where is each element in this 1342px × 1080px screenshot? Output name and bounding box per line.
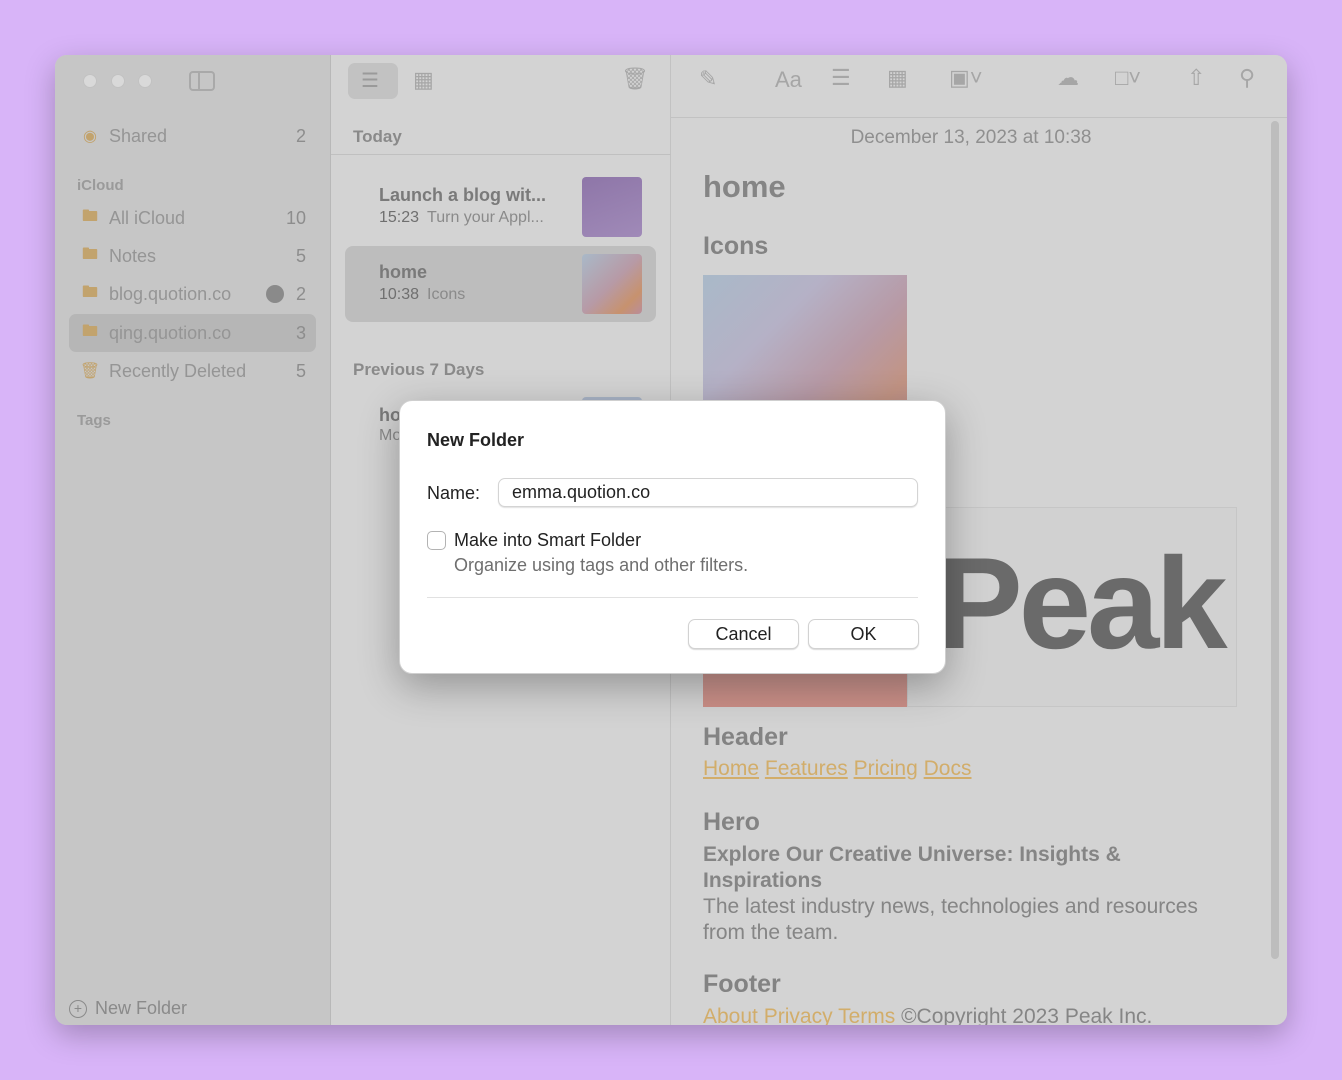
link-home[interactable]: Home — [703, 757, 759, 780]
search-icon[interactable]: ⚲ — [1239, 65, 1255, 91]
name-label: Name: — [427, 483, 481, 503]
list-icon: ☰ — [361, 70, 379, 92]
collaborate-icon[interactable]: ☁ — [1057, 65, 1079, 91]
footer-heading: Footer — [703, 970, 781, 998]
note-item-selected[interactable]: home 10:38 Icons — [345, 246, 656, 322]
tags-section-header: Tags — [77, 412, 111, 429]
icloud-section-header: iCloud — [77, 177, 124, 194]
sidebar-item-blog-quotion[interactable]: 🖿 blog.quotion.co 2 — [69, 275, 316, 313]
dialog-divider — [427, 597, 918, 598]
list-view-button[interactable]: ☰ — [348, 63, 398, 99]
new-folder-dialog: New Folder Name: Make into Smart Folder … — [399, 400, 946, 674]
smart-folder-checkbox[interactable] — [427, 531, 446, 550]
note-thumbnail — [582, 177, 642, 237]
sidebar-item-label: blog.quotion.co — [109, 283, 232, 304]
checklist-icon[interactable]: ☰ — [831, 65, 851, 91]
note-item[interactable]: Launch a blog wit... 15:23 Turn your Appl… — [345, 169, 656, 245]
trash-icon[interactable]: 🗑 — [621, 66, 649, 92]
sidebar-item-label: Recently Deleted — [109, 360, 247, 381]
footer-line: About Privacy Terms ©Copyright 2023 Peak… — [703, 1004, 1152, 1025]
plus-circle-icon: + — [69, 999, 87, 1018]
folder-name-input[interactable] — [498, 478, 918, 507]
folder-icon: 🖿 — [81, 322, 98, 340]
close-window-button[interactable] — [83, 74, 97, 88]
sidebar-item-count: 3 — [295, 322, 306, 343]
link-features[interactable]: Features — [765, 757, 848, 780]
divider — [331, 154, 671, 155]
footer-copyright: ©Copyright 2023 Peak Inc. — [901, 1005, 1153, 1025]
hero-title: Explore Our Creative Universe: Insights … — [703, 843, 1121, 892]
sidebar-toggle-icon[interactable] — [189, 71, 215, 91]
folder-icon: 🖿 — [81, 207, 98, 225]
hero-heading: Hero — [703, 808, 760, 836]
scrollbar[interactable] — [1271, 121, 1279, 959]
link-privacy[interactable]: Privacy — [764, 1005, 833, 1025]
sidebar-item-shared[interactable]: ◉ Shared 2 — [69, 117, 316, 155]
sidebar-item-notes[interactable]: 🖿 Notes 5 — [69, 237, 316, 275]
sidebar-item-qing-quotion[interactable]: 🖿 qing.quotion.co 3 — [69, 314, 316, 352]
sidebar-item-label: Notes — [109, 245, 157, 266]
note-meta: 10:38 Icons — [379, 286, 465, 304]
media-icon[interactable]: ▣˅ — [949, 65, 983, 91]
ok-button[interactable]: OK — [808, 619, 919, 649]
sidebar-item-label: Shared — [109, 125, 168, 146]
note-meta: 15:23 Turn your Appl... — [379, 209, 544, 227]
note-title: Launch a blog wit... — [379, 185, 547, 205]
new-folder-button[interactable]: + New Folder — [69, 998, 187, 1019]
sidebar: ◉ Shared 2 iCloud 🖿 All iCloud 10 🖿 Note… — [55, 55, 331, 1025]
compose-icon[interactable]: ✎ — [699, 66, 717, 92]
note-preview: Turn your Appl... — [427, 209, 544, 226]
sidebar-item-all-icloud[interactable]: 🖿 All iCloud 10 — [69, 199, 316, 237]
smart-folder-description: Organize using tags and other filters. — [454, 555, 749, 575]
sidebar-item-count: 2 — [295, 125, 306, 146]
sidebar-item-label: All iCloud — [109, 207, 186, 228]
note-title: ho — [379, 405, 401, 425]
smart-folder-label[interactable]: Make into Smart Folder — [454, 530, 641, 551]
person-circle-icon: ◉ — [83, 128, 97, 145]
link-pricing[interactable]: Pricing — [854, 757, 918, 780]
peak-logo-text: Peak — [936, 530, 1228, 676]
cancel-button[interactable]: Cancel — [688, 619, 799, 649]
sidebar-item-recently-deleted[interactable]: 🗑 Recently Deleted 5 — [69, 352, 316, 390]
sidebar-item-label: qing.quotion.co — [109, 322, 232, 343]
link-terms[interactable]: Terms — [838, 1005, 895, 1025]
sidebar-item-count: 5 — [295, 360, 306, 381]
lock-icon[interactable]: □˅ — [1115, 65, 1141, 91]
icons-heading: Icons — [703, 232, 769, 260]
new-folder-label: New Folder — [95, 998, 188, 1018]
note-time: 10:38 — [379, 286, 420, 303]
header-links: Home Features Pricing Docs — [703, 756, 972, 782]
gallery-view-icon[interactable]: ▦ — [413, 67, 434, 93]
note-preview: Mo — [379, 427, 402, 444]
sidebar-item-count: 5 — [295, 245, 306, 266]
previous-7-days-header: Previous 7 Days — [353, 360, 485, 379]
minimize-window-button[interactable] — [111, 74, 125, 88]
note-time: 15:23 — [379, 209, 420, 226]
toolbar-divider — [671, 117, 1287, 118]
zoom-window-button[interactable] — [138, 74, 152, 88]
share-icon[interactable]: ⇧ — [1187, 65, 1205, 91]
table-icon[interactable]: ▦ — [887, 65, 908, 91]
note-thumbnail — [582, 254, 642, 314]
hero-text: The latest industry news, technologies a… — [703, 895, 1198, 944]
sidebar-item-count: 2 — [295, 283, 306, 304]
today-section-header: Today — [353, 127, 402, 146]
shared-user-icon — [265, 285, 284, 303]
note-preview: Icons — [427, 286, 466, 303]
folder-icon: 🖿 — [81, 245, 98, 263]
note-date: December 13, 2023 at 10:38 — [850, 127, 1092, 148]
sidebar-item-count: 10 — [285, 207, 306, 228]
dialog-title: New Folder — [427, 430, 525, 450]
note-title: home — [379, 262, 428, 282]
format-text-icon[interactable]: Aa — [775, 67, 802, 93]
link-about[interactable]: About — [703, 1005, 758, 1025]
shared-folder-icon: 🖿 — [81, 283, 98, 301]
note-title: home — [703, 169, 786, 204]
header-heading: Header — [703, 723, 788, 751]
trash-icon: 🗑 — [79, 363, 101, 380]
link-docs[interactable]: Docs — [924, 757, 972, 780]
